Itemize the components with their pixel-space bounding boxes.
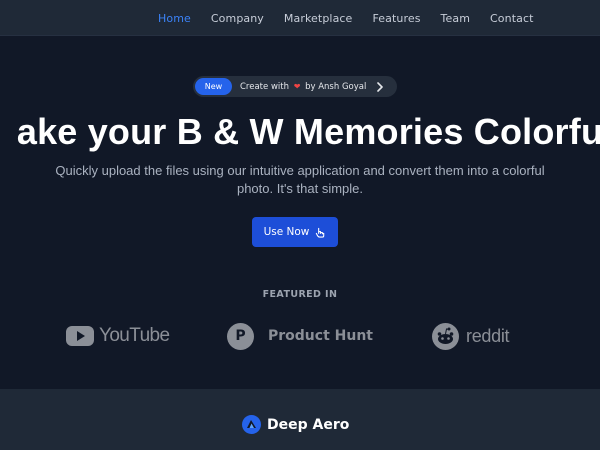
use-now-label: Use Now — [263, 226, 310, 238]
youtube-wordmark: YouTube — [99, 325, 170, 346]
announcement-badge[interactable]: New Create with ❤ by Ansh Goyal — [193, 76, 397, 97]
use-now-button[interactable]: Use Now — [252, 217, 338, 247]
footer: Deep Aero — [0, 389, 600, 450]
product-hunt-icon: P — [227, 322, 254, 350]
featured-in-label: FEATURED IN — [262, 289, 338, 300]
nav-links: Home Company Marketplace Features Team C… — [158, 0, 534, 36]
new-pill: New — [195, 78, 232, 95]
nav-item-features[interactable]: Features — [372, 12, 420, 25]
nav-item-company[interactable]: Company — [211, 12, 264, 25]
youtube-play-icon — [66, 326, 94, 346]
youtube-logo[interactable]: YouTube — [66, 322, 170, 350]
hero-subtitle: Quickly upload the files using our intui… — [55, 163, 545, 196]
deep-aero-logo-icon — [242, 415, 261, 434]
reddit-logo[interactable]: reddit — [432, 322, 510, 350]
product-hunt-wordmark: Product Hunt — [268, 328, 373, 344]
badge-text: Create with ❤ by Ansh Goyal — [240, 82, 366, 92]
top-navbar: Home Company Marketplace Features Team C… — [0, 0, 600, 36]
reddit-alien-icon — [432, 322, 459, 350]
brand-name: Deep Aero — [267, 416, 350, 433]
nav-item-team[interactable]: Team — [441, 12, 470, 25]
chevron-right-icon — [377, 81, 383, 92]
badge-text-after: by Ansh Goyal — [305, 81, 367, 92]
heart-icon: ❤ — [293, 81, 301, 91]
nav-item-home[interactable]: Home — [158, 12, 191, 25]
footer-brand[interactable]: Deep Aero — [242, 415, 349, 434]
badge-text-before: Create with — [240, 81, 289, 92]
reddit-wordmark: reddit — [466, 325, 510, 346]
nav-item-contact[interactable]: Contact — [490, 12, 534, 25]
pointer-hand-icon — [316, 227, 325, 238]
hero-headline: ake your B & W Memories Colorfu — [16, 111, 600, 152]
nav-item-marketplace[interactable]: Marketplace — [284, 12, 353, 25]
product-hunt-logo[interactable]: P Product Hunt — [227, 322, 373, 350]
